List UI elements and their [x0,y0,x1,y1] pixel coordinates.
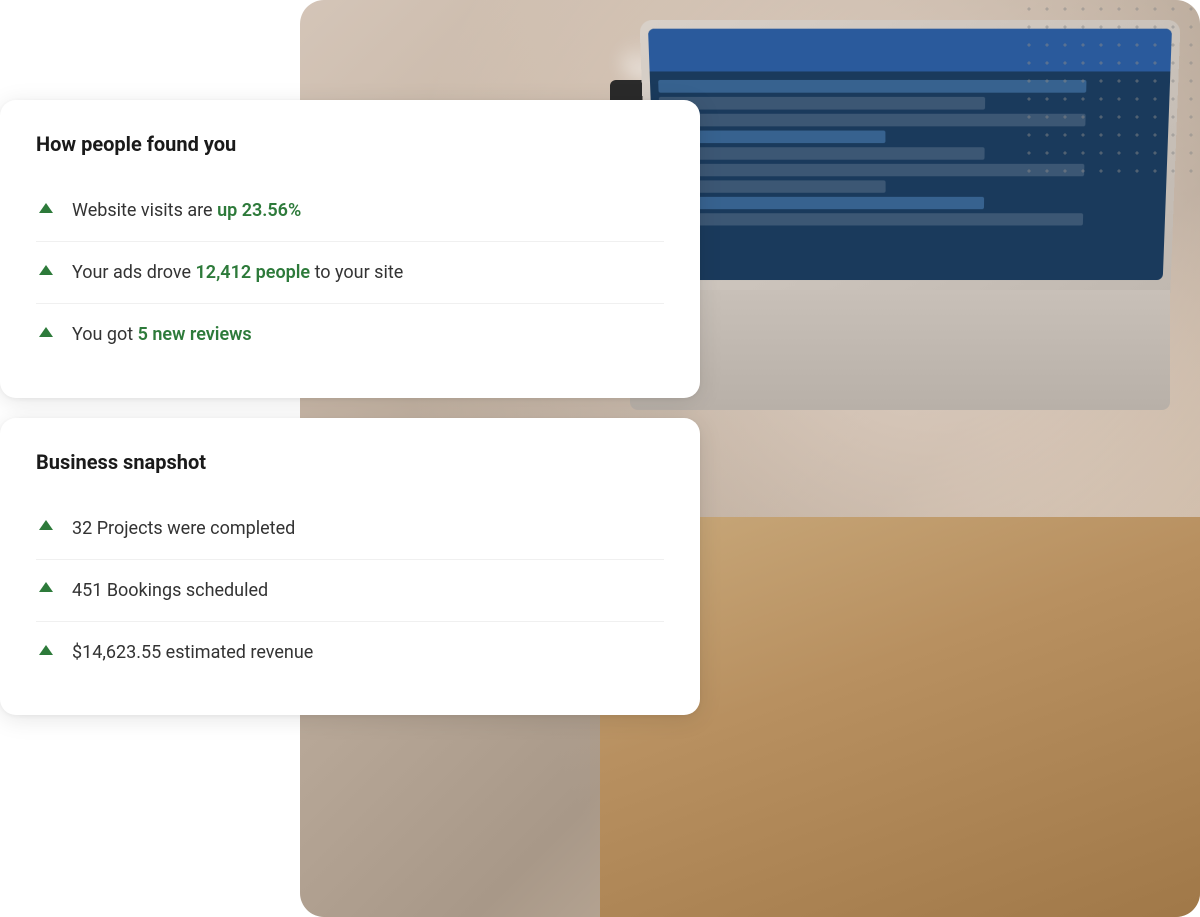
list-item: 32 Projects were completed [36,498,664,560]
new-reviews-highlight: 5 new reviews [138,324,252,345]
up-arrow-icon [36,518,56,538]
card1-title: How people found you [36,132,664,156]
business-snapshot-card: Business snapshot 32 Projects were compl… [0,418,700,716]
screen-row [659,97,986,110]
cards-container: How people found you Website visits are … [0,100,700,715]
list-item: Website visits are up 23.56% [36,180,664,242]
ads-drove-highlight: 12,412 people [196,262,311,283]
screen-row [661,147,985,159]
ads-drove-text: Your ads drove 12,412 people to your sit… [72,260,403,285]
dot-pattern [1000,0,1200,200]
website-visits-text: Website visits are up 23.56% [72,198,301,223]
card2-title: Business snapshot [36,450,664,474]
list-item: Your ads drove 12,412 people to your sit… [36,242,664,304]
website-visits-highlight: up 23.56% [217,200,301,221]
laptop-base [630,290,1170,410]
list-item: $14,623.55 estimated revenue [36,622,664,683]
new-reviews-text: You got 5 new reviews [72,322,252,347]
list-item: You got 5 new reviews [36,304,664,365]
screen-row [663,213,1083,225]
screen-row [662,197,984,209]
up-arrow-icon [36,325,56,345]
up-arrow-icon [36,263,56,283]
scene: How people found you Website visits are … [0,0,1200,917]
how-people-found-card: How people found you Website visits are … [0,100,700,398]
up-arrow-icon [36,643,56,663]
up-arrow-icon [36,201,56,221]
projects-text: 32 Projects were completed [72,516,295,541]
list-item: 451 Bookings scheduled [36,560,664,622]
bookings-text: 451 Bookings scheduled [72,578,268,603]
up-arrow-icon [36,580,56,600]
revenue-text: $14,623.55 estimated revenue [72,640,313,665]
